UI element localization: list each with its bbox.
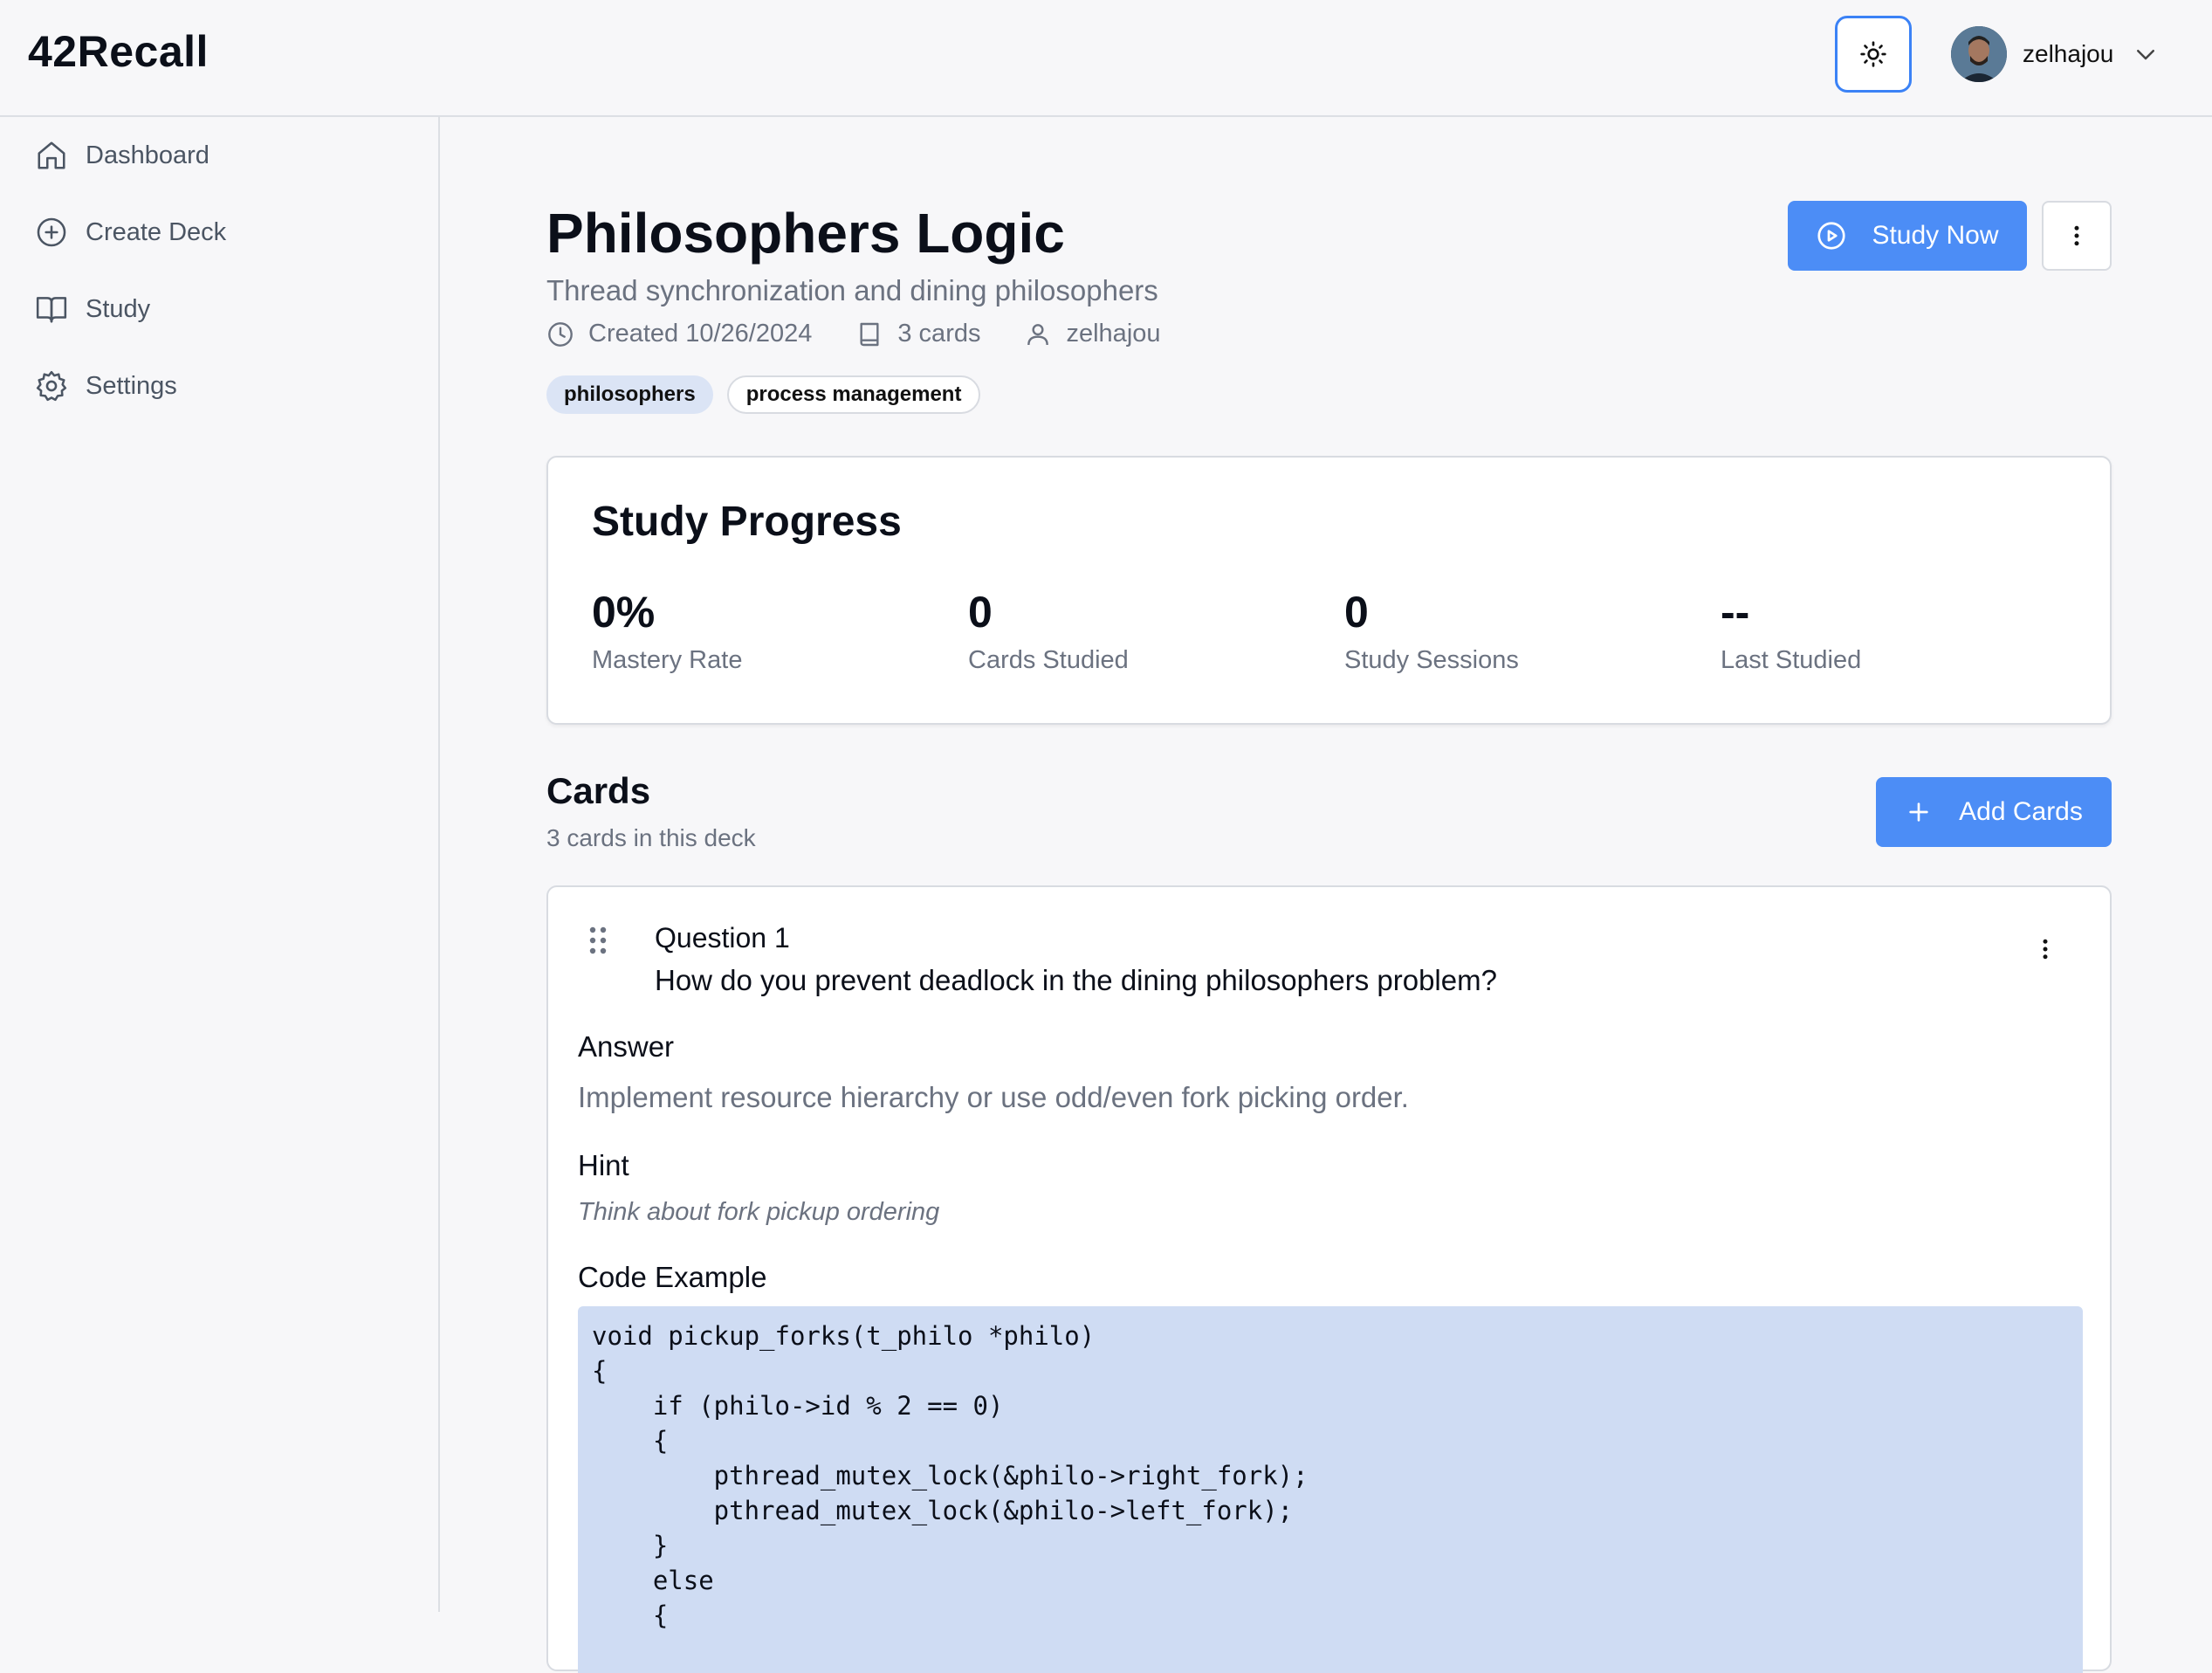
author-text: zelhajou [1066, 320, 1161, 348]
hint-heading: Hint [578, 1149, 629, 1181]
drag-handle-icon[interactable] [588, 926, 608, 955]
answer-heading: Answer [578, 1030, 675, 1063]
card-more-icon[interactable] [2032, 934, 2058, 964]
user-menu[interactable]: zelhajou [1951, 24, 2159, 84]
stat-mastery-rate: 0% Mastery Rate [592, 587, 742, 675]
flashcard: Question 1 How do you prevent deadlock i… [546, 885, 2112, 1673]
answer-text: Implement resource hierarchy or use odd/… [578, 1081, 1409, 1113]
created-date: Created 10/26/2024 [546, 320, 812, 348]
stat-last-studied: -- Last Studied [1721, 587, 1861, 675]
study-progress-card: Study Progress 0% Mastery Rate 0 Cards S… [546, 456, 2112, 725]
stat-value: 0% [592, 588, 656, 637]
sidebar-item-create-deck[interactable]: Create Deck [0, 194, 438, 271]
stat-value: 0 [1344, 588, 1369, 637]
sidebar-item-label: Dashboard [86, 141, 210, 169]
clock-icon [548, 321, 573, 347]
gear-icon [36, 370, 67, 402]
created-text: Created 10/26/2024 [588, 320, 813, 348]
play-circle-icon [1817, 222, 1846, 250]
hint-text: Think about fork pickup ordering [578, 1198, 940, 1226]
stat-value: -- [1721, 588, 1750, 637]
sidebar-item-label: Create Deck [86, 217, 227, 246]
sidebar-item-label: Settings [86, 371, 177, 400]
username: zelhajou [2023, 40, 2114, 67]
study-progress-title: Study Progress [592, 499, 902, 545]
plus-icon [1909, 802, 1928, 822]
sidebar-item-settings[interactable]: Settings [0, 348, 438, 424]
stat-label: Last Studied [1721, 646, 1862, 674]
tag[interactable]: process management [726, 375, 981, 414]
user-icon [1027, 323, 1049, 345]
study-now-button[interactable]: Study Now [1788, 201, 2027, 271]
author: zelhajou [1024, 320, 1161, 348]
sidebar: Dashboard Create Deck Study Settings [0, 117, 440, 1612]
sun-icon [1860, 41, 1886, 67]
deck-meta: Created 10/26/2024 3 cards zelhajou [546, 320, 1205, 348]
code-example-heading: Code Example [578, 1261, 767, 1293]
add-cards-label: Add Cards [1959, 797, 2083, 826]
stat-study-sessions: 0 Study Sessions [1344, 587, 1519, 675]
top-bar: 42Recall zelhajou [0, 0, 2212, 117]
card-count: 3 cards [855, 320, 980, 348]
cards-subtitle: 3 cards in this deck [546, 824, 756, 851]
question-text: How do you prevent deadlock in the dinin… [655, 964, 1497, 996]
tag-list: philosophers process management [546, 375, 994, 414]
stat-value: 0 [968, 588, 993, 637]
book-open-icon [36, 297, 67, 323]
sidebar-item-study[interactable]: Study [0, 271, 438, 348]
plus-circle-icon [37, 217, 66, 247]
card-count-text: 3 cards [897, 320, 981, 348]
home-icon [38, 141, 65, 169]
deck-description: Thread synchronization and dining philos… [546, 274, 1158, 306]
deck-more-button[interactable] [2042, 201, 2112, 271]
sidebar-item-label: Study [86, 294, 151, 323]
tag[interactable]: philosophers [546, 375, 713, 414]
theme-toggle-button[interactable] [1835, 16, 1912, 93]
more-vertical-icon [2074, 225, 2079, 246]
deck-title: Philosophers Logic [546, 202, 1065, 265]
book-icon [860, 322, 879, 346]
code-block: void pickup_forks(t_philo *philo) { if (… [578, 1306, 2083, 1673]
avatar [1951, 26, 2007, 82]
study-now-label: Study Now [1872, 221, 1999, 250]
app-logo[interactable]: 42Recall [28, 26, 209, 77]
stat-label: Mastery Rate [592, 646, 743, 674]
stat-label: Cards Studied [968, 646, 1129, 674]
question-label: Question 1 [655, 922, 790, 954]
stat-cards-studied: 0 Cards Studied [968, 587, 1129, 675]
sidebar-item-dashboard[interactable]: Dashboard [0, 117, 438, 194]
cards-heading: Cards [546, 770, 651, 811]
add-cards-button[interactable]: Add Cards [1876, 777, 2112, 847]
stat-label: Study Sessions [1344, 646, 1519, 674]
chevron-down-icon [2137, 50, 2155, 60]
